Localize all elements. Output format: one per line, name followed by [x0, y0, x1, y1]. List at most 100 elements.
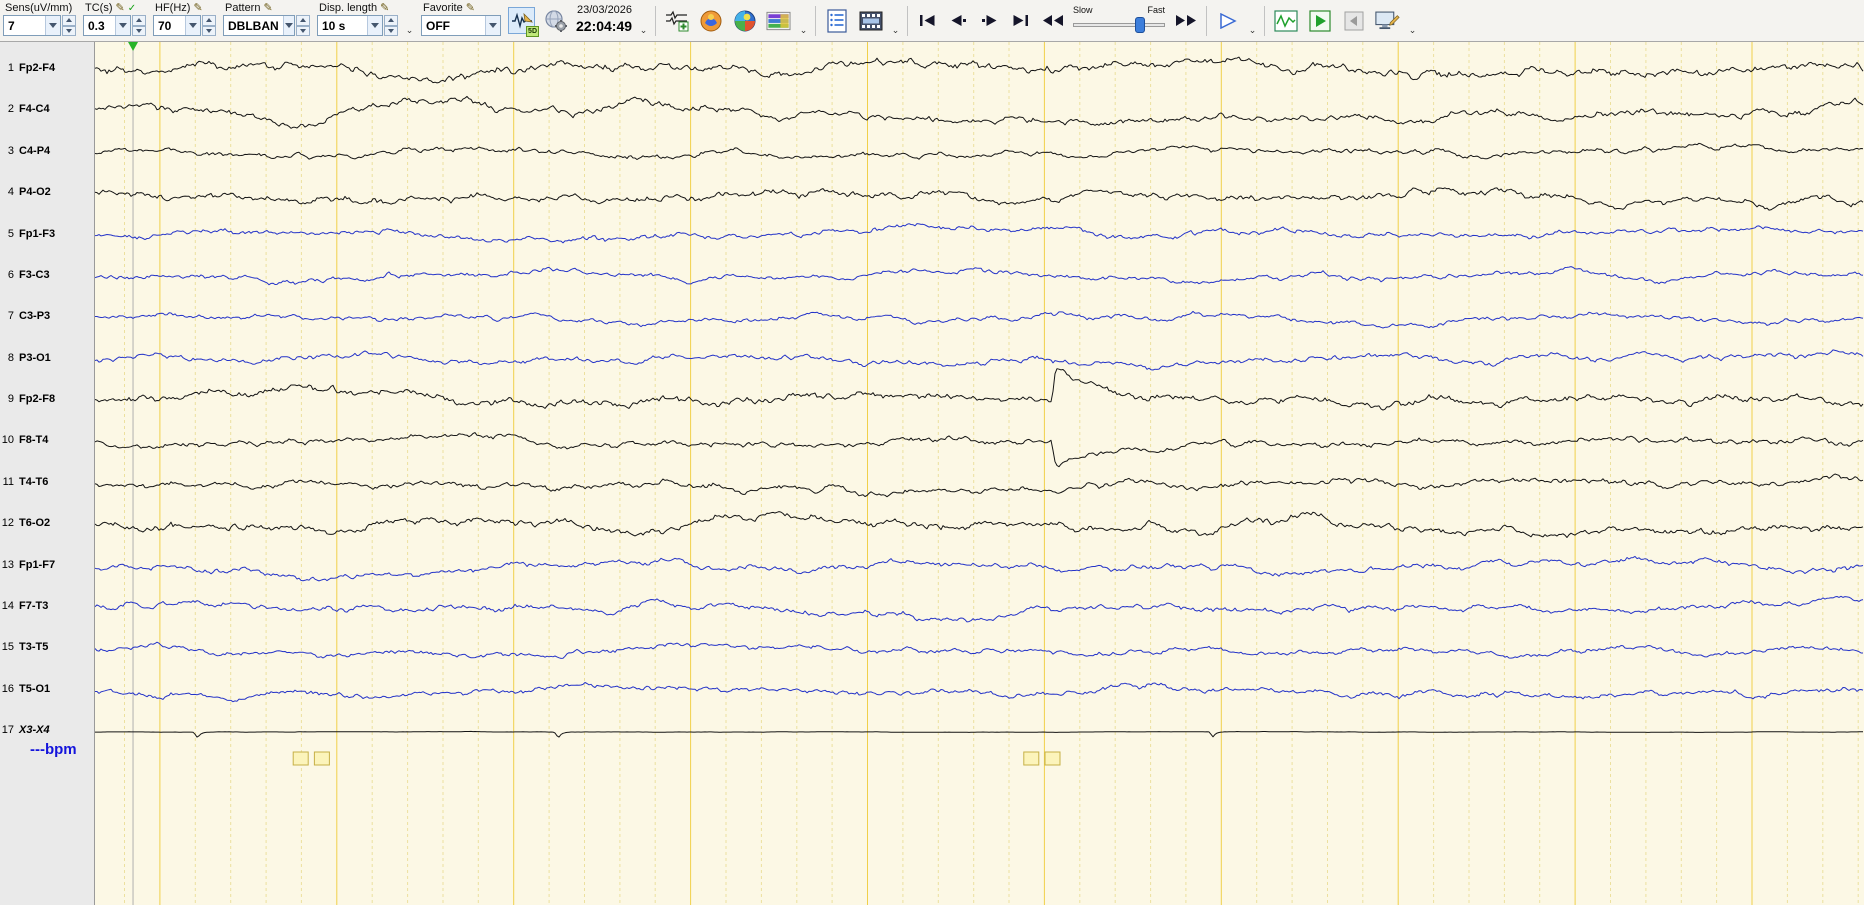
channel-row[interactable]: 5 Fp1-F3 — [0, 228, 95, 244]
report-button[interactable] — [823, 7, 850, 34]
channel-row[interactable]: 7 C3-P3 — [0, 310, 95, 326]
hf-dropdown-icon[interactable] — [185, 16, 200, 35]
time-text: 22:04:49 — [576, 17, 633, 34]
channel-row[interactable]: 6 F3-C3 — [0, 269, 95, 285]
eeg-trace-F3-C3 — [95, 266, 1864, 286]
channel-row[interactable]: 9 Fp2-F8 — [0, 393, 95, 409]
channel-label[interactable]: Fp1-F3 — [19, 228, 55, 240]
go-first-button[interactable] — [915, 7, 939, 34]
channel-label[interactable]: C3-P3 — [19, 310, 50, 322]
channel-label[interactable]: F7-T3 — [19, 600, 48, 612]
eeg-canvas[interactable] — [95, 42, 1864, 905]
tc-dropdown-icon[interactable] — [115, 16, 130, 35]
channel-row[interactable]: 15 T3-T5 — [0, 641, 95, 657]
favorite-edit-pencil-icon[interactable]: ✎ — [466, 3, 475, 14]
channel-label[interactable]: Fp2-F4 — [19, 62, 55, 74]
channel-row[interactable]: 14 F7-T3 — [0, 600, 95, 616]
brain-map-button[interactable] — [731, 7, 758, 34]
channel-label[interactable]: C4-P4 — [19, 145, 50, 157]
channel-label[interactable]: Fp1-F7 — [19, 559, 55, 571]
channel-label[interactable]: Fp2-F8 — [19, 393, 55, 405]
channel-row[interactable]: 8 P3-O1 — [0, 352, 95, 368]
play-button[interactable] — [1214, 7, 1241, 34]
pattern-combo[interactable]: DBLBAN — [223, 15, 295, 36]
sensitivity-combo[interactable]: 7 — [3, 15, 61, 36]
channel-label[interactable]: P3-O1 — [19, 352, 51, 364]
fast-forward-button[interactable] — [1172, 7, 1199, 34]
favorite-dropdown-icon[interactable] — [485, 16, 500, 35]
channel-row[interactable]: 16 T5-O1 — [0, 683, 95, 699]
channel-row[interactable]: 10 F8-T4 — [0, 434, 95, 450]
tc-edit-pencil-icon[interactable]: ✎ — [116, 3, 125, 14]
sensitivity-spinner[interactable] — [62, 15, 76, 36]
pattern-spinner[interactable] — [296, 15, 310, 36]
channel-row[interactable]: 2 F4-C4 — [0, 103, 95, 119]
video-button[interactable] — [857, 7, 884, 34]
go-last-button[interactable] — [1008, 7, 1032, 34]
channel-row[interactable]: 1 Fp2-F4 — [0, 62, 95, 78]
display-length-combo[interactable]: 10 s — [317, 15, 383, 36]
settings-overflow-chevron-icon[interactable]: ⌄ — [1408, 26, 1417, 35]
favorite-combo[interactable]: OFF — [421, 15, 501, 36]
hf-edit-pencil-icon[interactable]: ✎ — [193, 3, 202, 14]
channel-label[interactable]: T6-O2 — [19, 517, 50, 529]
channel-label[interactable]: F4-C4 — [19, 103, 50, 115]
channel-label[interactable]: F8-T4 — [19, 434, 48, 446]
step-back-button[interactable] — [946, 7, 970, 34]
channel-row[interactable]: 13 Fp1-F7 — [0, 559, 95, 575]
display-length-label: Disp. length — [319, 2, 378, 14]
display-length-overflow-chevron-icon[interactable]: ⌄ — [405, 26, 414, 35]
display-length-edit-pencil-icon[interactable]: ✎ — [380, 3, 389, 14]
previous-page-button[interactable] — [1340, 7, 1367, 34]
channel-label[interactable]: F3-C3 — [19, 269, 50, 281]
eeg-trace-area[interactable] — [95, 42, 1864, 905]
channel-number: 17 — [1, 724, 14, 736]
play-overflow-chevron-icon[interactable]: ⌄ — [1248, 26, 1257, 35]
tc-combo[interactable]: 0.3 — [83, 15, 131, 36]
datetime-overflow-chevron-icon[interactable]: ⌄ — [639, 26, 648, 35]
media-overflow-chevron-icon[interactable]: ⌄ — [891, 26, 900, 35]
gray-back-icon — [1344, 11, 1364, 30]
favorite-label: Favorite — [423, 2, 463, 14]
eeg-trace-F7-T3 — [95, 595, 1864, 623]
channel-number: 5 — [7, 227, 14, 240]
trend-window-button[interactable] — [1272, 7, 1299, 34]
favorite-field: Favorite ✎ OFF — [421, 1, 501, 36]
channel-label[interactable]: P4-O2 — [19, 186, 51, 198]
globe-settings-button[interactable] — [542, 7, 569, 34]
dsa-map-button[interactable] — [765, 7, 792, 34]
channel-row[interactable]: 4 P4-O2 — [0, 186, 95, 202]
channel-label[interactable]: T4-T6 — [19, 476, 48, 488]
channel-row[interactable]: 3 C4-P4 — [0, 145, 95, 161]
channel-row[interactable]: 12 T6-O2 — [0, 517, 95, 533]
channel-row[interactable]: 17 X3-X4 — [0, 724, 95, 740]
eeg-pattern-settings-button[interactable]: 5D — [508, 7, 539, 37]
event-marker-box — [292, 751, 309, 766]
channel-label[interactable]: X3-X4 — [19, 724, 50, 736]
rewind-button[interactable] — [1039, 7, 1066, 34]
hf-label: HF(Hz) — [155, 2, 191, 14]
system-settings-button[interactable] — [1374, 7, 1401, 34]
skip-to-end-icon — [1013, 15, 1028, 26]
eeg-trace-T5-O1 — [95, 682, 1864, 703]
slider-handle[interactable] — [1135, 17, 1146, 33]
sensitivity-dropdown-icon[interactable] — [45, 16, 60, 35]
start-monitor-button[interactable] — [1306, 7, 1333, 34]
pattern-edit-pencil-icon[interactable]: ✎ — [263, 3, 272, 14]
maps-overflow-chevron-icon[interactable]: ⌄ — [799, 26, 808, 35]
slider-track[interactable] — [1073, 23, 1166, 27]
channel-label[interactable]: T3-T5 — [19, 641, 48, 653]
favorite-value: OFF — [426, 18, 450, 33]
display-length-dropdown-icon[interactable] — [367, 16, 382, 35]
step-forward-button[interactable] — [977, 7, 1001, 34]
channel-label[interactable]: T5-O1 — [19, 683, 50, 695]
pattern-dropdown-icon[interactable] — [282, 16, 294, 35]
hf-combo[interactable]: 70 — [153, 15, 201, 36]
head-map-button[interactable] — [697, 7, 724, 34]
hf-spinner[interactable] — [202, 15, 216, 36]
report-list-icon — [826, 8, 847, 33]
tc-spinner[interactable] — [132, 15, 146, 36]
montage-button[interactable] — [663, 7, 690, 34]
channel-row[interactable]: 11 T4-T6 — [0, 476, 95, 492]
display-length-spinner[interactable] — [384, 15, 398, 36]
